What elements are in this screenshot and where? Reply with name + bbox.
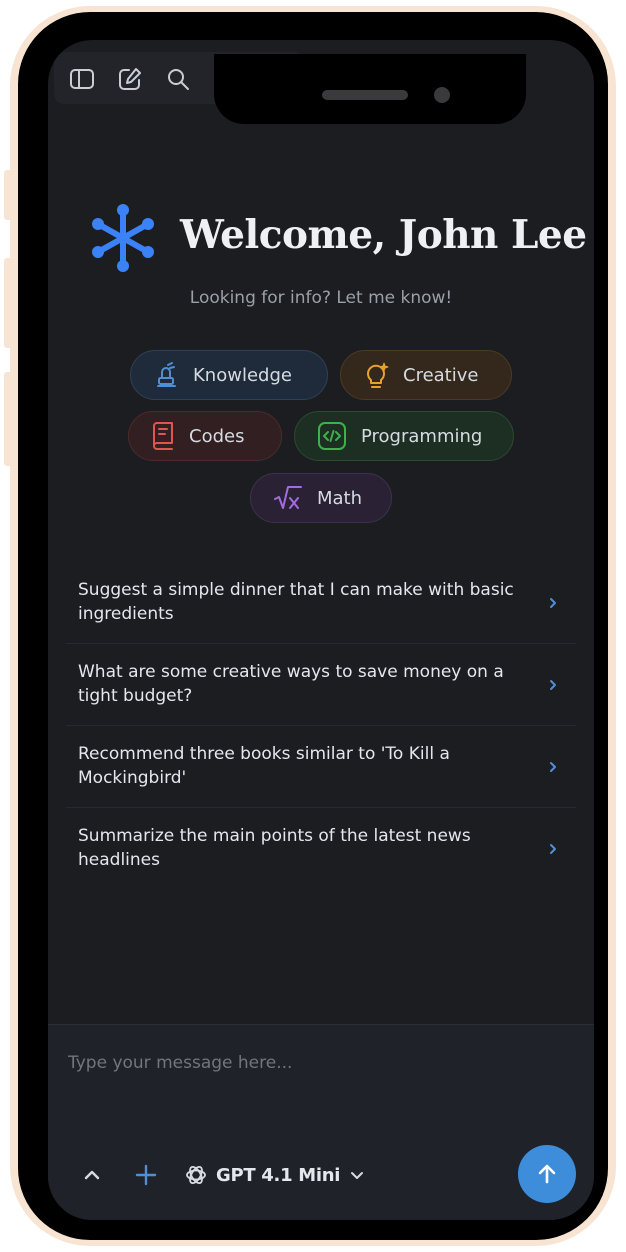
- send-button[interactable]: [518, 1145, 576, 1203]
- chevron-right-icon: [550, 680, 556, 690]
- chevron-right-icon: [550, 598, 556, 608]
- phone-notch: [214, 54, 526, 124]
- suggestion-item[interactable]: Summarize the main points of the latest …: [66, 808, 576, 890]
- category-chip-label: Math: [317, 487, 363, 509]
- notch-speaker: [322, 90, 408, 100]
- chevron-right-icon: [550, 762, 556, 772]
- category-chip-label: Programming: [361, 425, 483, 447]
- model-name: GPT 4.1 Mini: [216, 1164, 341, 1186]
- message-composer: GPT 4.1 Mini: [48, 1024, 594, 1220]
- category-chip-programming[interactable]: Programming: [294, 411, 514, 461]
- category-chip-math[interactable]: Math: [250, 473, 392, 523]
- category-chip-label: Codes: [189, 425, 245, 447]
- suggestion-text: What are some creative ways to save mone…: [78, 662, 504, 706]
- category-chip-label: Knowledge: [193, 364, 292, 386]
- welcome-subtitle: Looking for info? Let me know!: [189, 288, 453, 308]
- suggestion-text: Summarize the main points of the latest …: [78, 826, 471, 870]
- book-icon: [153, 422, 173, 450]
- plus-icon[interactable]: [132, 1161, 160, 1189]
- model-selector[interactable]: GPT 4.1 Mini: [184, 1159, 366, 1191]
- book-lamp-icon: [157, 362, 176, 387]
- category-chip-creative[interactable]: Creative: [340, 350, 512, 400]
- chevron-up-icon[interactable]: [78, 1161, 106, 1189]
- assistant-logo-icon: [92, 204, 154, 272]
- suggestion-item[interactable]: What are some creative ways to save mone…: [66, 644, 576, 726]
- phone-action-button: [4, 170, 14, 220]
- message-input[interactable]: [66, 1047, 550, 1079]
- phone-volume-up-button: [4, 258, 14, 348]
- new-chat-icon[interactable]: [116, 65, 144, 93]
- category-chip-knowledge[interactable]: Knowledge: [130, 350, 328, 400]
- search-icon[interactable]: [164, 65, 192, 93]
- chevron-down-icon: [351, 1172, 364, 1179]
- openai-logo-icon: [186, 1165, 206, 1185]
- code-icon: [318, 422, 346, 450]
- welcome-title: Welcome, John Lee: [180, 212, 587, 258]
- square-root-icon: [274, 486, 302, 509]
- sidebar-icon[interactable]: [68, 65, 96, 93]
- suggestion-text: Recommend three books similar to 'To Kil…: [78, 744, 450, 788]
- lightbulb-icon: [367, 362, 389, 388]
- arrow-up-icon: [538, 1164, 556, 1184]
- category-chip-label: Creative: [403, 364, 479, 386]
- suggestion-item[interactable]: Suggest a simple dinner that I can make …: [66, 562, 576, 644]
- phone-volume-down-button: [4, 372, 14, 466]
- app-screen: Welcome, John Lee Looking for info? Let …: [48, 40, 594, 1220]
- chevron-right-icon: [550, 844, 556, 854]
- suggestion-item[interactable]: Recommend three books similar to 'To Kil…: [66, 726, 576, 808]
- suggestion-text: Suggest a simple dinner that I can make …: [78, 580, 514, 624]
- notch-camera: [434, 87, 450, 103]
- category-chip-codes[interactable]: Codes: [128, 411, 282, 461]
- suggestion-list: Suggest a simple dinner that I can make …: [66, 562, 576, 890]
